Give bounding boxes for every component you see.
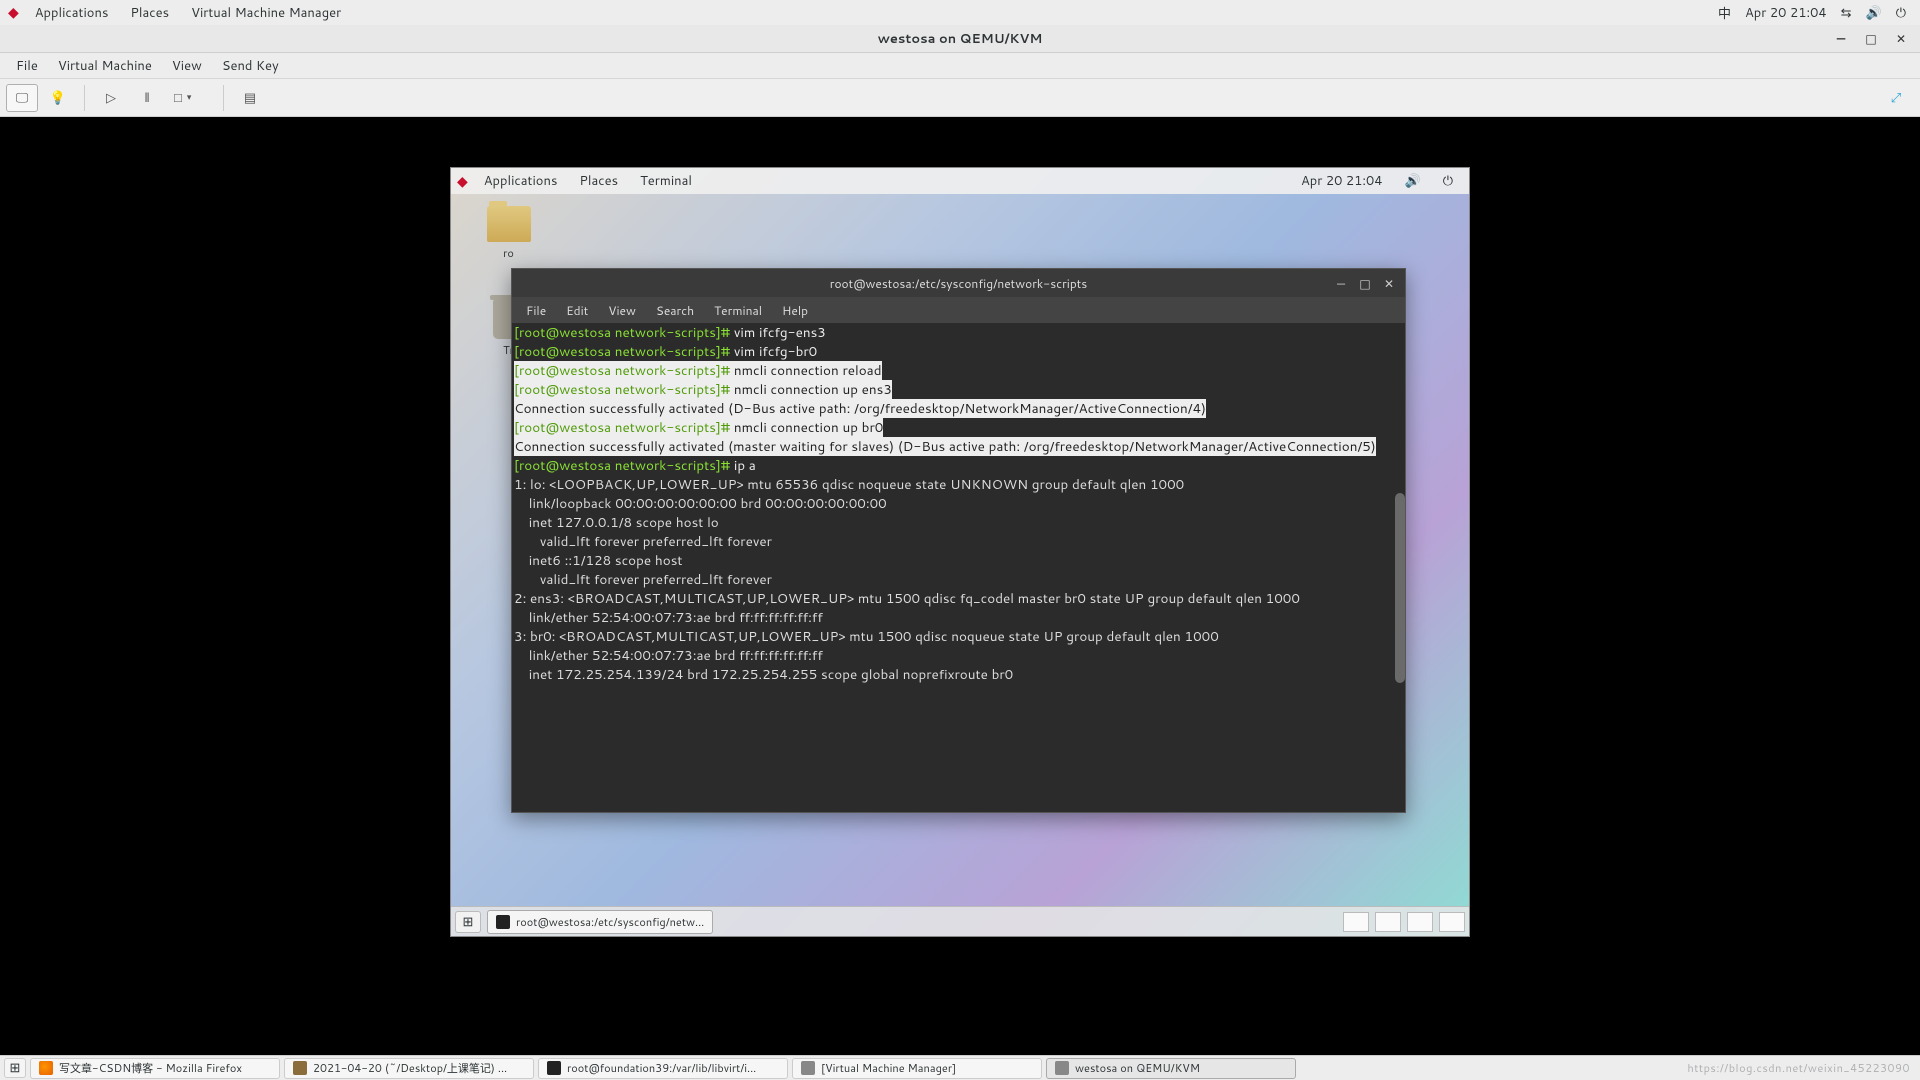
menu-vmm[interactable]: Virtual Machine Manager [181, 0, 351, 25]
fullscreen-icon: ⤢ [1891, 90, 1901, 106]
pause-icon: ‖ [144, 90, 149, 105]
bulb-icon: 💡 [50, 90, 66, 106]
chevron-down-icon: ▾ [187, 92, 192, 103]
workspace-3[interactable] [1407, 912, 1433, 932]
taskbar-item-label: root@foundation39:/var/lib/libvirt/i... [567, 1060, 756, 1076]
term-menu-help[interactable]: Help [772, 302, 818, 319]
stop-icon: □ [174, 90, 182, 105]
desktop-folder[interactable]: ro [481, 206, 536, 261]
terminal-window: root@westosa:/etc/sysconfig/network-scri… [511, 268, 1406, 813]
term-menu-terminal[interactable]: Terminal [704, 302, 772, 319]
taskbar-item-label: root@westosa:/etc/sysconfig/netw... [516, 914, 704, 930]
taskbar-item-editor[interactable]: 2021-04-20 (~/Desktop/上课笔记) ... [284, 1058, 534, 1079]
menu-file[interactable]: File [6, 53, 48, 78]
taskbar-item-label: 写文章-CSDN博客 - Mozilla Firefox [59, 1060, 242, 1076]
host-top-panel: ◆ Applications Places Virtual Machine Ma… [0, 0, 1920, 25]
term-menu-search[interactable]: Search [646, 302, 704, 319]
run-button[interactable]: ▷ [95, 84, 127, 112]
taskbar-item-terminal[interactable]: root@foundation39:/var/lib/libvirt/i... [538, 1058, 788, 1079]
minimize-button[interactable]: — [1828, 30, 1854, 48]
menu-places[interactable]: Places [120, 0, 179, 25]
vmm-toolbar: 🖵 💡 ▷ ‖ □▾ ▤ ⤢ [0, 79, 1920, 117]
taskbar-item-westosa[interactable]: westosa on QEMU/KVM [1046, 1058, 1296, 1079]
grid-icon: ⊞ [463, 914, 474, 930]
terminal-body[interactable]: [root@westosa network-scripts]# vim ifcf… [512, 323, 1405, 812]
guest-menu-terminal[interactable]: Terminal [630, 172, 702, 190]
terminal-titlebar[interactable]: root@westosa:/etc/sysconfig/network-scri… [512, 269, 1405, 297]
taskbar-item-firefox[interactable]: 写文章-CSDN博客 - Mozilla Firefox [30, 1058, 280, 1079]
guest-top-panel: ◆ Applications Places Terminal Apr 20 21… [451, 168, 1469, 194]
terminal-close-button[interactable]: ✕ [1377, 274, 1401, 292]
snapshot-icon: ▤ [244, 90, 256, 106]
console-button[interactable]: 🖵 [6, 84, 38, 112]
terminal-minimize-button[interactable]: — [1329, 274, 1353, 292]
guest-taskbar: ⊞ root@westosa:/etc/sysconfig/netw... [451, 906, 1469, 936]
play-icon: ▷ [106, 90, 116, 106]
firefox-icon [39, 1061, 53, 1075]
taskbar-item-label: westosa on QEMU/KVM [1075, 1060, 1200, 1076]
guest-desktop: ◆ Applications Places Terminal Apr 20 21… [450, 167, 1470, 937]
folder-icon [487, 206, 531, 242]
power-icon[interactable]: ⏻ [1890, 5, 1912, 21]
terminal-maximize-button[interactable]: □ [1353, 274, 1377, 292]
terminal-scrollbar[interactable] [1395, 493, 1405, 683]
vmm-menubar: File Virtual Machine View Send Key [0, 53, 1920, 79]
guest-menu-places[interactable]: Places [569, 172, 628, 190]
power-icon[interactable]: ⏻ [1433, 173, 1463, 189]
term-menu-file[interactable]: File [516, 302, 556, 319]
volume-icon[interactable]: 🔊 [1395, 173, 1431, 189]
folder-label: ro [481, 245, 536, 261]
ime-indicator[interactable]: 中 [1712, 3, 1737, 23]
workspace-4[interactable] [1439, 912, 1465, 932]
details-button[interactable]: 💡 [42, 84, 74, 112]
separator [223, 85, 224, 111]
editor-icon [293, 1061, 307, 1075]
clock: Apr 20 21:04 [1739, 4, 1833, 22]
close-button[interactable]: ✕ [1888, 30, 1914, 48]
show-desktop-button[interactable]: ⊞ [455, 911, 481, 933]
menu-send-key[interactable]: Send Key [212, 53, 289, 78]
taskbar-item-label: [Virtual Machine Manager] [821, 1060, 956, 1076]
shutdown-button[interactable]: □▾ [167, 84, 213, 112]
network-icon[interactable]: ⇆ [1835, 5, 1858, 21]
show-desktop-button[interactable]: ⊞ [4, 1058, 26, 1078]
workspace-2[interactable] [1375, 912, 1401, 932]
vmm-titlebar[interactable]: westosa on QEMU/KVM — □ ✕ [0, 25, 1920, 53]
menu-view[interactable]: View [162, 53, 212, 78]
term-menu-view[interactable]: View [598, 302, 646, 319]
vmm-title: westosa on QEMU/KVM [878, 30, 1043, 48]
taskbar-item-terminal[interactable]: root@westosa:/etc/sysconfig/netw... [487, 910, 713, 934]
fullscreen-button[interactable]: ⤢ [1880, 84, 1912, 112]
terminal-title: root@westosa:/etc/sysconfig/network-scri… [830, 275, 1087, 292]
separator [84, 85, 85, 111]
vmm-icon [801, 1061, 815, 1075]
taskbar-item-vmm[interactable]: [Virtual Machine Manager] [792, 1058, 1042, 1079]
monitor-icon: 🖵 [16, 90, 29, 106]
terminal-menubar: File Edit View Search Terminal Help [512, 297, 1405, 323]
grid-icon: ⊞ [10, 1060, 21, 1076]
watermark: https://blog.csdn.net/weixin_45223090 [1687, 1060, 1910, 1076]
terminal-output: [root@westosa network-scripts]# vim ifcf… [512, 323, 1405, 684]
maximize-button[interactable]: □ [1858, 30, 1884, 48]
menu-virtual-machine[interactable]: Virtual Machine [48, 53, 162, 78]
workspace-1[interactable] [1343, 912, 1369, 932]
vmm-icon [1055, 1061, 1069, 1075]
taskbar-item-label: 2021-04-20 (~/Desktop/上课笔记) ... [313, 1060, 507, 1076]
terminal-icon [496, 915, 510, 929]
terminal-icon [547, 1061, 561, 1075]
guest-clock: Apr 20 21:04 [1291, 172, 1393, 190]
term-menu-edit[interactable]: Edit [556, 302, 598, 319]
redhat-icon: ◆ [8, 4, 19, 21]
pause-button[interactable]: ‖ [131, 84, 163, 112]
redhat-icon: ◆ [457, 173, 468, 190]
vm-display-area[interactable]: ◆ Applications Places Terminal Apr 20 21… [0, 117, 1920, 1055]
vmm-window: westosa on QEMU/KVM — □ ✕ File Virtual M… [0, 25, 1920, 1055]
menu-applications[interactable]: Applications [25, 0, 119, 25]
guest-menu-applications[interactable]: Applications [474, 172, 568, 190]
host-taskbar: ⊞ 写文章-CSDN博客 - Mozilla Firefox 2021-04-2… [0, 1055, 1920, 1080]
guest-desktop-area[interactable]: ro Tr root@westosa:/etc/sysconfig/networ… [451, 194, 1469, 906]
volume-icon[interactable]: 🔊 [1860, 5, 1888, 21]
snapshot-button[interactable]: ▤ [234, 84, 266, 112]
